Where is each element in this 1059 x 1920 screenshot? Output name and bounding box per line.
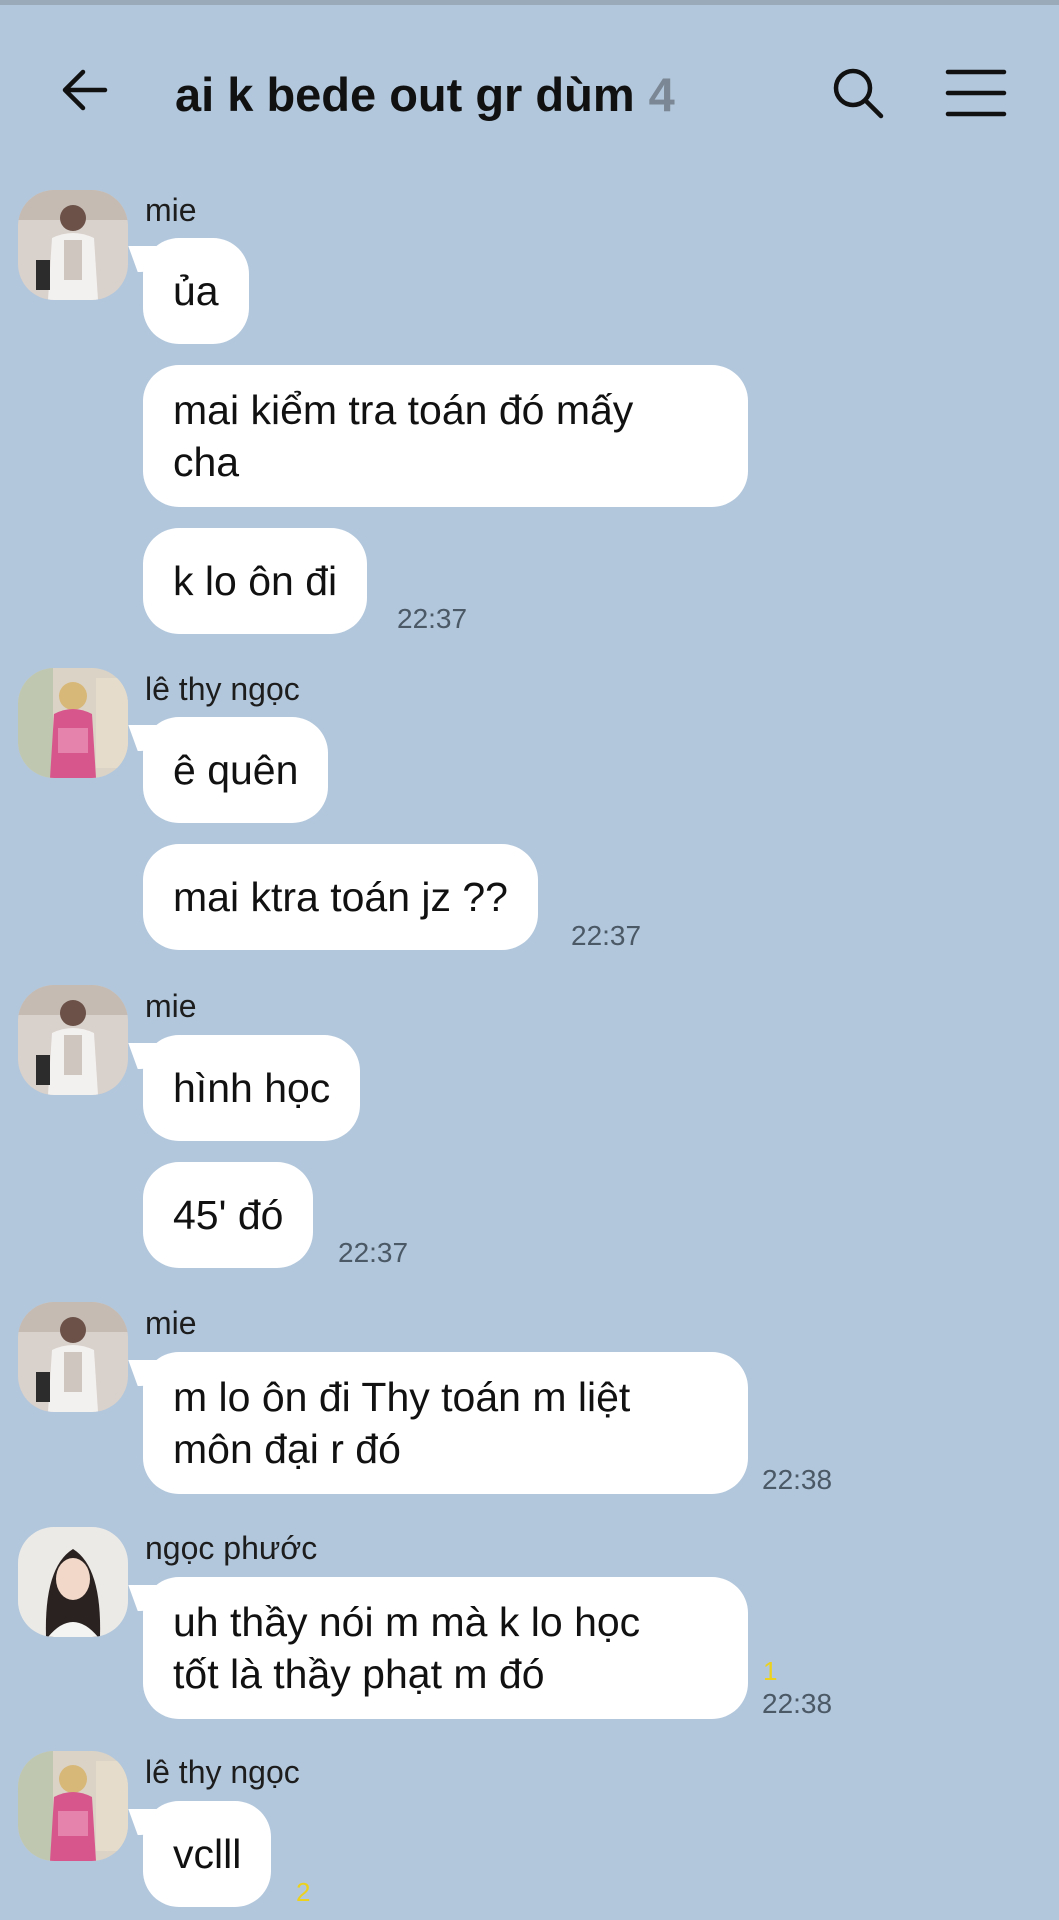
message-bubble[interactable]: ê quên <box>143 717 329 823</box>
member-count: 4 <box>648 68 675 121</box>
message-bubble[interactable]: uh thầy nói m mà k lo học tốt là thầy ph… <box>143 1577 748 1719</box>
message-time: 22:38 <box>762 1688 833 1719</box>
avatar[interactable] <box>18 1302 128 1412</box>
search-icon <box>833 68 884 119</box>
message-bubble[interactable]: ủa <box>143 238 249 344</box>
message-bubble[interactable]: mai ktra toán jz ?? <box>143 844 538 950</box>
avatar[interactable] <box>18 1751 128 1861</box>
message-time: 22:37 <box>397 603 468 634</box>
sender-name: lê thy ngọc <box>145 671 300 707</box>
message-bubble[interactable]: mai kiểm tra toán đó mấy cha <box>143 365 748 507</box>
menu-icon <box>945 69 1007 117</box>
back-button[interactable] <box>55 60 115 120</box>
chat-title: ai k bede out gr dùm 4 <box>175 67 675 122</box>
search-button[interactable] <box>830 65 886 121</box>
group-name: ai k bede out gr dùm <box>175 68 635 121</box>
message-time: 22:37 <box>338 1237 409 1268</box>
message-bubble[interactable]: 45' đó <box>143 1162 314 1268</box>
sender-name: ngọc phước <box>145 1530 318 1566</box>
avatar[interactable] <box>18 1527 128 1637</box>
message-bubble[interactable]: hình học <box>143 1035 361 1141</box>
avatar[interactable] <box>18 190 128 300</box>
sender-name: mie <box>145 192 197 228</box>
chat-header: ai k bede out gr dùm 4 <box>0 5 1059 175</box>
sender-name: lê thy ngọc <box>145 1754 300 1790</box>
menu-button[interactable] <box>945 67 1007 119</box>
message-time: 22:38 <box>762 1464 833 1495</box>
message-bubble[interactable]: m lo ôn đi Thy toán m liệt môn đại r đó <box>143 1352 748 1494</box>
message-time: 22:37 <box>571 920 642 951</box>
sender-name: mie <box>145 988 197 1024</box>
read-count: 2 <box>296 1877 311 1907</box>
avatar[interactable] <box>18 985 128 1095</box>
back-arrow-icon <box>62 69 108 111</box>
message-bubble[interactable]: k lo ôn đi <box>143 528 368 634</box>
message-bubble[interactable]: vclll <box>143 1801 272 1907</box>
avatar[interactable] <box>18 668 128 778</box>
read-count: 1 <box>763 1656 778 1686</box>
sender-name: mie <box>145 1305 197 1341</box>
